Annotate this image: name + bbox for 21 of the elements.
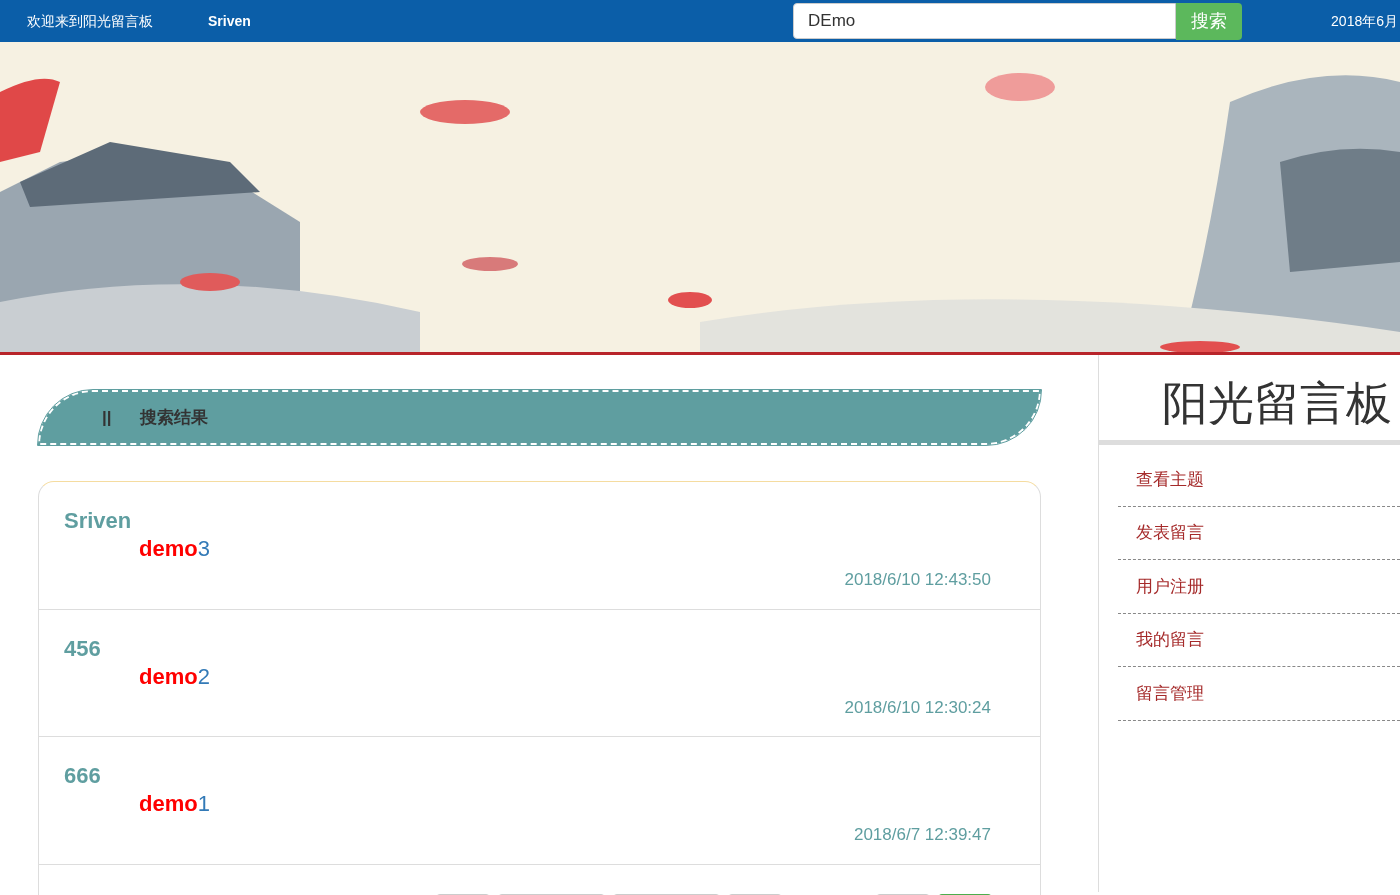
message-time: 2018/6/10 12:30:24 [844,696,991,719]
section-marker: || [102,406,112,429]
message-text: demo2 [139,663,210,690]
author-name: Sriven [64,507,132,535]
sidebar-link[interactable]: 用户注册 [1136,573,1204,599]
date-text: 2018年6月 [1331,11,1398,31]
author-name: 456 [64,634,101,663]
welcome-text: 欢迎来到阳光留言板 [27,11,153,31]
section-title: 搜索结果 [139,406,208,429]
sidebar-link[interactable]: 查看主题 [1136,466,1204,492]
user-link[interactable]: Sriven [208,10,251,32]
sidebar-link[interactable]: 发表留言 [1136,520,1204,546]
author-name: 666 [64,762,101,790]
message-time: 2018/6/7 12:39:47 [853,824,991,846]
message-text: demo1 [139,791,210,817]
sidebar-link[interactable]: 留言管理 [1136,680,1204,706]
sidebar-link[interactable]: 我的留言 [1136,627,1204,653]
search-field[interactable]: DEmo [793,3,1177,39]
message-text: demo3 [139,536,210,562]
message-time: 2018/6/10 12:43:50 [844,569,991,591]
sidebar-title: 阳光留言板 [1099,355,1400,445]
